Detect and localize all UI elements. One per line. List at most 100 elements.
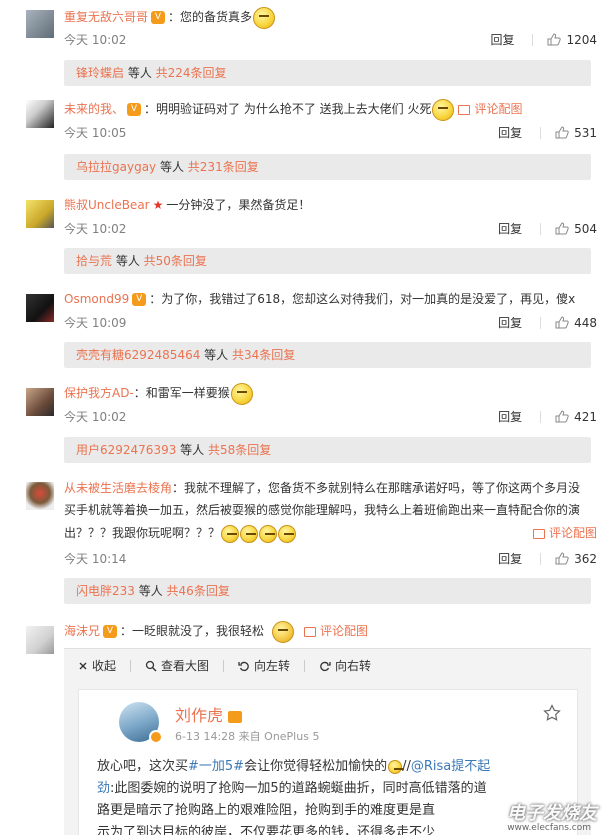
comment-time: 今天 10:02 bbox=[64, 33, 127, 47]
like-count: 1204 bbox=[566, 32, 597, 47]
photo-mention: @Risa提不起 bbox=[410, 759, 491, 774]
like-count: 362 bbox=[574, 551, 597, 566]
comment-text: ：和雷军一样要猴 bbox=[133, 386, 230, 400]
thumbs-up-icon[interactable] bbox=[547, 33, 562, 46]
magnifier-icon bbox=[145, 660, 157, 671]
sub-reply-mid: 等人 bbox=[124, 66, 156, 80]
vip-badge-icon: V bbox=[127, 103, 142, 116]
rotate-left-button[interactable]: 向左转 bbox=[238, 657, 290, 674]
avatar[interactable] bbox=[26, 200, 54, 228]
sub-reply-count[interactable]: 共58条回复 bbox=[208, 443, 271, 457]
collapse-button[interactable]: 收起 bbox=[78, 657, 116, 674]
divider bbox=[540, 316, 542, 329]
thumbs-up-icon[interactable] bbox=[555, 410, 569, 423]
vip-badge-icon: V bbox=[132, 293, 147, 306]
reply-button[interactable]: 回复 bbox=[498, 314, 522, 331]
like-count: 531 bbox=[574, 125, 597, 140]
sub-replies-box[interactable]: 闪电胖233 等人 共46条回复 bbox=[64, 578, 591, 604]
comment-time: 今天 10:14 bbox=[64, 552, 127, 566]
photo-hashtag: #一加5# bbox=[188, 759, 245, 774]
comment-text: ：为了你，我错过了618，您却这么对待我们，对一加真的是没爱了，再见，傻x bbox=[149, 292, 576, 306]
avatar[interactable] bbox=[26, 294, 54, 322]
like-count: 421 bbox=[574, 409, 597, 424]
rotate-right-label: 向右转 bbox=[335, 659, 372, 673]
thumbs-up-icon[interactable] bbox=[555, 222, 569, 235]
divider bbox=[304, 659, 306, 672]
comment-username[interactable]: 未来的我、 bbox=[64, 102, 124, 116]
reply-button[interactable]: 回复 bbox=[490, 31, 514, 48]
reply-button[interactable]: 回复 bbox=[498, 408, 522, 425]
sub-replies-box[interactable]: 壳壳有糖6292485464 等人 共34条回复 bbox=[64, 342, 591, 368]
smile-emoji-icon bbox=[388, 759, 405, 774]
watermark-logo: 电子发烧友 bbox=[507, 803, 597, 824]
avatar[interactable] bbox=[26, 10, 54, 38]
thumbs-up-icon[interactable] bbox=[555, 316, 569, 329]
comment-photo[interactable]: 刘作虎 6-13 14:28 来自 OnePlus 5 放心吧，这次买#一加5#… bbox=[78, 689, 578, 835]
sub-reply-count[interactable]: 共231条回复 bbox=[188, 160, 259, 174]
comment-text: ：您的备货真多 bbox=[168, 10, 253, 24]
comment-username[interactable]: 从未被生活磨去棱角 bbox=[64, 481, 172, 495]
avatar[interactable] bbox=[26, 388, 54, 416]
smile-emoji-icon bbox=[432, 98, 455, 121]
sub-replies-box[interactable]: 拾与荒 等人 共50条回复 bbox=[64, 248, 591, 274]
reply-button[interactable]: 回复 bbox=[498, 124, 522, 141]
comment-username[interactable]: 海沫兄 bbox=[64, 624, 100, 638]
sub-reply-count[interactable]: 共224条回复 bbox=[156, 66, 227, 80]
sub-reply-user[interactable]: 闪电胖233 bbox=[76, 584, 135, 598]
avatar[interactable] bbox=[26, 482, 54, 510]
rotate-right-icon bbox=[320, 661, 331, 671]
avatar[interactable] bbox=[26, 626, 54, 654]
sub-reply-user[interactable]: 用户6292476393 bbox=[76, 443, 176, 457]
divider bbox=[540, 410, 542, 423]
sub-reply-count[interactable]: 共34条回复 bbox=[232, 348, 295, 362]
comment-text: ：一眨眼就没了，我很轻松 bbox=[120, 624, 265, 638]
reply-button[interactable]: 回复 bbox=[498, 220, 522, 237]
comment-picture-link[interactable]: 评论配图 bbox=[474, 102, 522, 116]
vip-badge-icon: V bbox=[103, 625, 118, 638]
avatar[interactable] bbox=[26, 100, 54, 128]
photo-inner-verified-badge bbox=[149, 730, 163, 744]
image-icon[interactable] bbox=[304, 626, 317, 637]
crown-badge-icon bbox=[228, 710, 243, 723]
sub-reply-user[interactable]: 壳壳有糖6292485464 bbox=[76, 348, 200, 362]
sub-reply-count[interactable]: 共46条回复 bbox=[167, 584, 230, 598]
sub-reply-mid: 等人 bbox=[112, 254, 144, 268]
sub-replies-box[interactable]: 用户6292476393 等人 共58条回复 bbox=[64, 437, 591, 463]
thumbs-up-icon[interactable] bbox=[555, 126, 569, 139]
rotate-right-button[interactable]: 向右转 bbox=[319, 657, 371, 674]
smile-emoji-icon bbox=[253, 6, 276, 29]
comment-text: ：明明验证码对了 为什么抢不了 送我上去大佬们 火死 bbox=[144, 102, 432, 116]
comment-username[interactable]: 保护我方AD- bbox=[64, 386, 134, 400]
view-large-button[interactable]: 查看大图 bbox=[145, 657, 209, 674]
divider bbox=[540, 126, 542, 139]
thumbs-up-icon[interactable] bbox=[555, 552, 569, 565]
sub-reply-mid: 等人 bbox=[176, 443, 208, 457]
photo-text-line-4: 示为了到达目标的彼岸，不仅要花更多的钱，还得多走不少 bbox=[97, 825, 436, 835]
comment-text-line-1: ：我就不理解了，您备货不多就别特么在那瞎承诺好吗，等了你这两个多月没 bbox=[172, 481, 581, 495]
comment-text-line-2: 买手机就等着换一加五，然后被耍猴的感觉你能理解吗，我特么上着班偷跑出来一直特配合… bbox=[64, 503, 581, 517]
divider bbox=[532, 33, 534, 46]
comment-username[interactable]: 重复无敌六哥哥 bbox=[64, 10, 148, 24]
view-large-label: 查看大图 bbox=[161, 659, 210, 673]
relieved-emoji-icon bbox=[272, 620, 295, 643]
photo-toolbar: 收起 查看大图 向左转 向右转 bbox=[78, 657, 385, 674]
comment-username[interactable]: Osmond99 bbox=[64, 292, 129, 306]
sub-reply-mid: 等人 bbox=[200, 348, 232, 362]
sub-reply-user[interactable]: 拾与荒 bbox=[76, 254, 112, 268]
comment-username[interactable]: 熊叔UncleBear bbox=[64, 198, 150, 212]
sub-replies-box[interactable]: 锋玲蝶启 等人 共224条回复 bbox=[64, 60, 591, 86]
comment-picture-link[interactable]: 评论配图 bbox=[549, 526, 597, 540]
reply-button[interactable]: 回复 bbox=[498, 550, 522, 567]
photo-text-line-1a: 放心吧，这次买 bbox=[97, 759, 189, 774]
sub-replies-box[interactable]: 乌拉拉gaygay 等人 共231条回复 bbox=[64, 154, 591, 180]
image-icon[interactable] bbox=[458, 104, 471, 115]
comment-picture-link[interactable]: 评论配图 bbox=[320, 624, 368, 638]
sub-reply-user[interactable]: 乌拉拉gaygay bbox=[76, 160, 156, 174]
sub-reply-user[interactable]: 锋玲蝶启 bbox=[76, 66, 124, 80]
image-icon[interactable] bbox=[532, 528, 545, 539]
sub-reply-mid: 等人 bbox=[134, 584, 167, 598]
sub-reply-count[interactable]: 共50条回复 bbox=[144, 254, 207, 268]
divider bbox=[540, 552, 542, 565]
star-outline-icon bbox=[543, 704, 561, 721]
photo-text-line-3: 路更是暗示了抢购路上的艰难险阻，抢购到手的难度更是直 bbox=[97, 803, 436, 818]
